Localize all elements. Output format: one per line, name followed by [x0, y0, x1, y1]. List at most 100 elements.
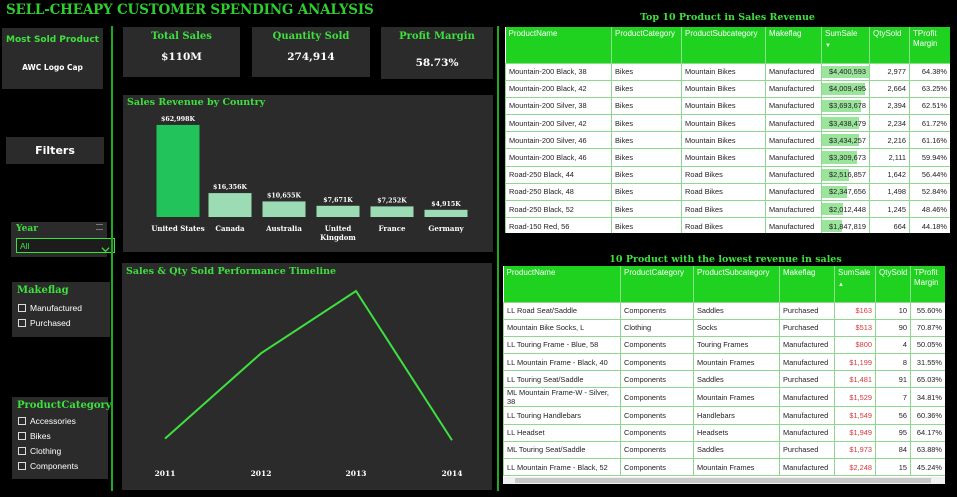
- bar[interactable]: [370, 206, 414, 217]
- table-cell: 61.72%: [909, 114, 950, 133]
- table-row[interactable]: LL Mountain Frame - Black, 40 Components M…: [503, 353, 945, 372]
- bar-chart-svg: $62,998K United States $16,356K Canada $10,6…: [151, 116, 468, 242]
- table-row[interactable]: ML Touring Seat/Saddle Components Saddles P…: [503, 440, 945, 460]
- scrollbar-thumb[interactable]: [515, 478, 931, 483]
- checkbox[interactable]: [18, 303, 26, 312]
- country-sales-chart: Sales Revenue by Country $62,998K United …: [123, 95, 493, 252]
- checkbox[interactable]: [18, 446, 26, 455]
- table-cell: 2,111: [869, 148, 910, 167]
- table-cell: Bikes: [611, 131, 682, 150]
- column-header-sumsale[interactable]: SumSale ▲: [834, 266, 876, 302]
- checkbox[interactable]: [18, 431, 26, 440]
- table-cell: Purchased: [779, 301, 835, 320]
- checkbox[interactable]: [18, 461, 26, 470]
- table-row[interactable]: Mountain-200 Black, 46 Bikes Mountain Bike…: [505, 148, 950, 167]
- table-cell: Components: [620, 387, 694, 408]
- lowest-products-table[interactable]: ProductName ProductCategory ProductSubca…: [503, 266, 945, 484]
- table-row[interactable]: Mountain-200 Black, 38 Bikes Mountain Bike…: [505, 62, 950, 81]
- sumsale-value: $3,434,257: [829, 135, 866, 145]
- column-header[interactable]: ProductCategory: [620, 266, 694, 302]
- bar[interactable]: [156, 124, 200, 217]
- makeflag-slicer-title: Makeflag: [17, 285, 69, 296]
- column-header[interactable]: Makeflag: [765, 27, 822, 63]
- category-option-bikes[interactable]: Bikes: [18, 428, 78, 443]
- table-cell: Mountain Frames: [693, 353, 780, 372]
- table-row[interactable]: Mountain-200 Black, 42 Bikes Mountain Bike…: [505, 79, 950, 98]
- column-header[interactable]: ProductSubcategory: [681, 27, 766, 63]
- table-row[interactable]: LL Touring Handlebars Components Handlebar…: [503, 406, 945, 425]
- table-row[interactable]: LL Headset Components Headsets Manufactured…: [503, 423, 945, 442]
- table-row[interactable]: Mountain Bike Socks, L Clothing Socks Purch…: [503, 318, 945, 337]
- table-row[interactable]: Road-250 Black, 52 Bikes Road Bikes Manufac…: [505, 199, 950, 219]
- table-cell: 10: [875, 301, 911, 320]
- column-header[interactable]: QtySold: [875, 266, 911, 302]
- year-slicer-menu-icon[interactable]: [96, 224, 103, 230]
- top-products-table[interactable]: ProductName ProductCategory ProductSubca…: [505, 27, 950, 233]
- table-cell: Mountain-200 Silver, 38: [505, 96, 612, 116]
- table-cell: 56.44%: [909, 165, 950, 184]
- column-header[interactable]: TProfit Margin: [909, 27, 950, 63]
- category-label: Kingdom: [320, 233, 356, 242]
- category-option-components[interactable]: Components: [18, 458, 78, 473]
- table-cell: Road Bikes: [681, 217, 766, 233]
- series-line[interactable]: [164, 289, 453, 441]
- table-cell: Purchased: [779, 440, 835, 460]
- top-table-title: Top 10 Product in Sales Revenue: [640, 12, 815, 23]
- table-row[interactable]: Road-250 Black, 44 Bikes Road Bikes Manufac…: [505, 165, 950, 184]
- makeflag-option-purchased[interactable]: Purchased: [18, 315, 82, 330]
- table-cell: 4: [875, 335, 911, 355]
- table-row[interactable]: Mountain-200 Silver, 46 Bikes Mountain Bik…: [505, 131, 950, 150]
- column-header[interactable]: ProductCategory: [611, 27, 682, 63]
- table-cell: Saddles: [693, 301, 780, 320]
- column-header-sumsale[interactable]: SumSale ▼: [821, 27, 870, 63]
- horizontal-scrollbar[interactable]: [503, 477, 945, 484]
- checkbox[interactable]: [18, 318, 26, 327]
- table-cell: $2,347,656: [821, 182, 870, 202]
- column-header[interactable]: ProductName: [505, 27, 612, 63]
- sumsale-value: $2,347,656: [829, 187, 866, 197]
- table-cell: 8: [875, 353, 911, 372]
- category-label: France: [379, 224, 406, 233]
- table-row[interactable]: LL Road Seat/Saddle Components Saddles Purc…: [503, 301, 945, 320]
- checkbox[interactable]: [18, 416, 26, 425]
- column-header[interactable]: ProductSubcategory: [693, 266, 780, 302]
- table-cell: 1,245: [869, 199, 910, 219]
- column-header[interactable]: Makeflag: [779, 266, 835, 302]
- year-slicer-title: Year: [16, 224, 38, 234]
- table-cell: Road-250 Black, 44: [505, 165, 612, 184]
- bar[interactable]: [316, 205, 360, 217]
- data-label: $62,998K: [161, 116, 195, 123]
- bar[interactable]: [208, 193, 252, 217]
- table-cell: Bikes: [611, 96, 682, 116]
- table-row[interactable]: Mountain-200 Silver, 38 Bikes Mountain Bik…: [505, 96, 950, 116]
- column-header[interactable]: TProfit Margin: [910, 266, 945, 302]
- table-cell: Mountain Frames: [693, 387, 780, 408]
- table-cell: $1,199: [834, 353, 876, 372]
- table-row[interactable]: Road-250 Black, 48 Bikes Road Bikes Manufac…: [505, 182, 950, 202]
- table-row[interactable]: LL Touring Seat/Saddle Components Saddles P…: [503, 370, 945, 389]
- column-header[interactable]: ProductName: [503, 266, 621, 302]
- category-label: Germany: [428, 224, 464, 233]
- table-row[interactable]: Road-150 Red, 56 Bikes Road Bikes Manufactu…: [505, 217, 950, 233]
- table-row[interactable]: LL Mountain Frame - Black, 52 Components M…: [503, 457, 945, 477]
- table-cell: 50.05%: [910, 335, 945, 355]
- table-row[interactable]: LL Touring Frame - Blue, 58 Components Tou…: [503, 335, 945, 355]
- filters-button[interactable]: Filters: [6, 137, 104, 164]
- bar[interactable]: [424, 209, 468, 217]
- year-dropdown[interactable]: All: [16, 238, 115, 253]
- makeflag-option-manufactured[interactable]: Manufactured: [18, 300, 82, 315]
- table-cell: $163: [834, 301, 876, 320]
- bar[interactable]: [262, 201, 306, 217]
- table-cell: 61.16%: [909, 131, 950, 150]
- category-option-accessories[interactable]: Accessories: [18, 413, 78, 428]
- table-row[interactable]: Mountain-200 Silver, 42 Bikes Mountain Bik…: [505, 114, 950, 133]
- table-cell: 63.88%: [910, 440, 945, 460]
- table-cell: LL Mountain Frame - Black, 40: [503, 353, 621, 372]
- table-cell: LL Touring Seat/Saddle: [503, 370, 621, 389]
- column-header[interactable]: QtySold: [869, 27, 910, 63]
- table-cell: Manufactured: [765, 114, 822, 133]
- category-option-clothing[interactable]: Clothing: [18, 443, 78, 458]
- table-row[interactable]: ML Mountain Frame-W - Silver, 38 Componen…: [503, 387, 945, 408]
- kpi-card-quantity-sold: Quantity Sold 274,914: [252, 27, 370, 77]
- table-cell: 31.55%: [910, 353, 945, 372]
